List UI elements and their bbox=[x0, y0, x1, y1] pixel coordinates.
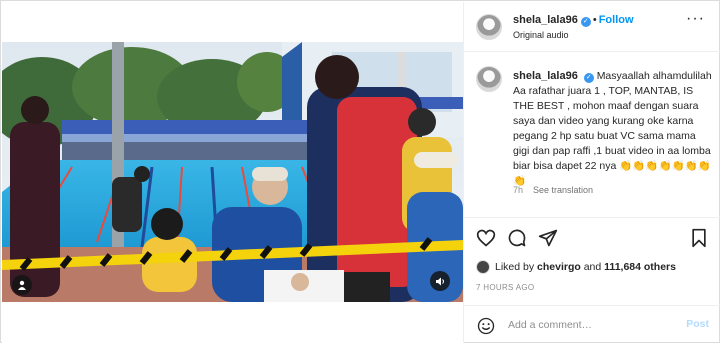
likes-line: Liked by chevirgo and 111,684 others bbox=[476, 260, 676, 274]
separator-dot: • bbox=[592, 14, 597, 26]
post-media[interactable] bbox=[2, 2, 463, 343]
action-bar bbox=[464, 217, 720, 257]
paper-plane-icon[interactable] bbox=[538, 228, 558, 248]
more-options-icon[interactable]: ··· bbox=[686, 11, 705, 27]
caption-username[interactable]: shela_lala96 bbox=[513, 70, 578, 82]
caption-age[interactable]: 7h bbox=[513, 185, 523, 195]
post-timestamp[interactable]: 7 HOURS AGO bbox=[476, 283, 534, 292]
comment-input[interactable] bbox=[508, 317, 678, 333]
heart-icon[interactable] bbox=[476, 228, 496, 248]
post-video[interactable] bbox=[2, 42, 463, 302]
post-side-panel: shela_lala96 ✓ • Follow Original audio ··· … bbox=[463, 2, 720, 343]
user-tag-icon[interactable] bbox=[12, 275, 32, 295]
avatar[interactable] bbox=[476, 14, 502, 40]
liker-username[interactable]: chevirgo bbox=[537, 261, 581, 273]
header-user-line: shela_lala96 ✓ • Follow bbox=[513, 14, 634, 27]
swimming-pool-scene bbox=[2, 42, 463, 302]
caption-section: shela_lala96 ✓ Masyaallah alhamdulilah A… bbox=[464, 52, 720, 217]
post-comment-button[interactable]: Post bbox=[686, 318, 709, 330]
comment-bar: Post bbox=[464, 305, 720, 343]
caption-meta: 7h See translation bbox=[513, 185, 593, 195]
liker-avatar[interactable] bbox=[476, 260, 490, 274]
likes-prefix: Liked by bbox=[495, 261, 535, 273]
caption: shela_lala96 ✓ Masyaallah alhamdulilah A… bbox=[513, 69, 713, 189]
likes-count-link[interactable]: 111,684 others bbox=[604, 261, 676, 273]
smiley-icon[interactable] bbox=[477, 317, 495, 335]
likes-and: and bbox=[583, 261, 602, 273]
post-header: shela_lala96 ✓ • Follow Original audio ··· bbox=[464, 2, 720, 52]
audio-link[interactable]: Original audio bbox=[513, 30, 569, 40]
bookmark-icon[interactable] bbox=[689, 228, 709, 248]
speaker-muted-icon[interactable] bbox=[430, 271, 450, 291]
follow-button[interactable]: Follow bbox=[599, 14, 634, 26]
verified-badge-icon: ✓ bbox=[583, 73, 594, 83]
header-username[interactable]: shela_lala96 bbox=[513, 14, 578, 26]
verified-badge-icon: ✓ bbox=[580, 17, 591, 27]
instagram-post-frame: shela_lala96 ✓ • Follow Original audio ··· … bbox=[0, 0, 720, 343]
caption-text: Masyaallah alhamdulilah Aa rafathar juar… bbox=[513, 70, 712, 187]
see-translation-link[interactable]: See translation bbox=[533, 185, 593, 195]
comment-icon[interactable] bbox=[507, 228, 527, 248]
caption-avatar[interactable] bbox=[476, 66, 502, 92]
